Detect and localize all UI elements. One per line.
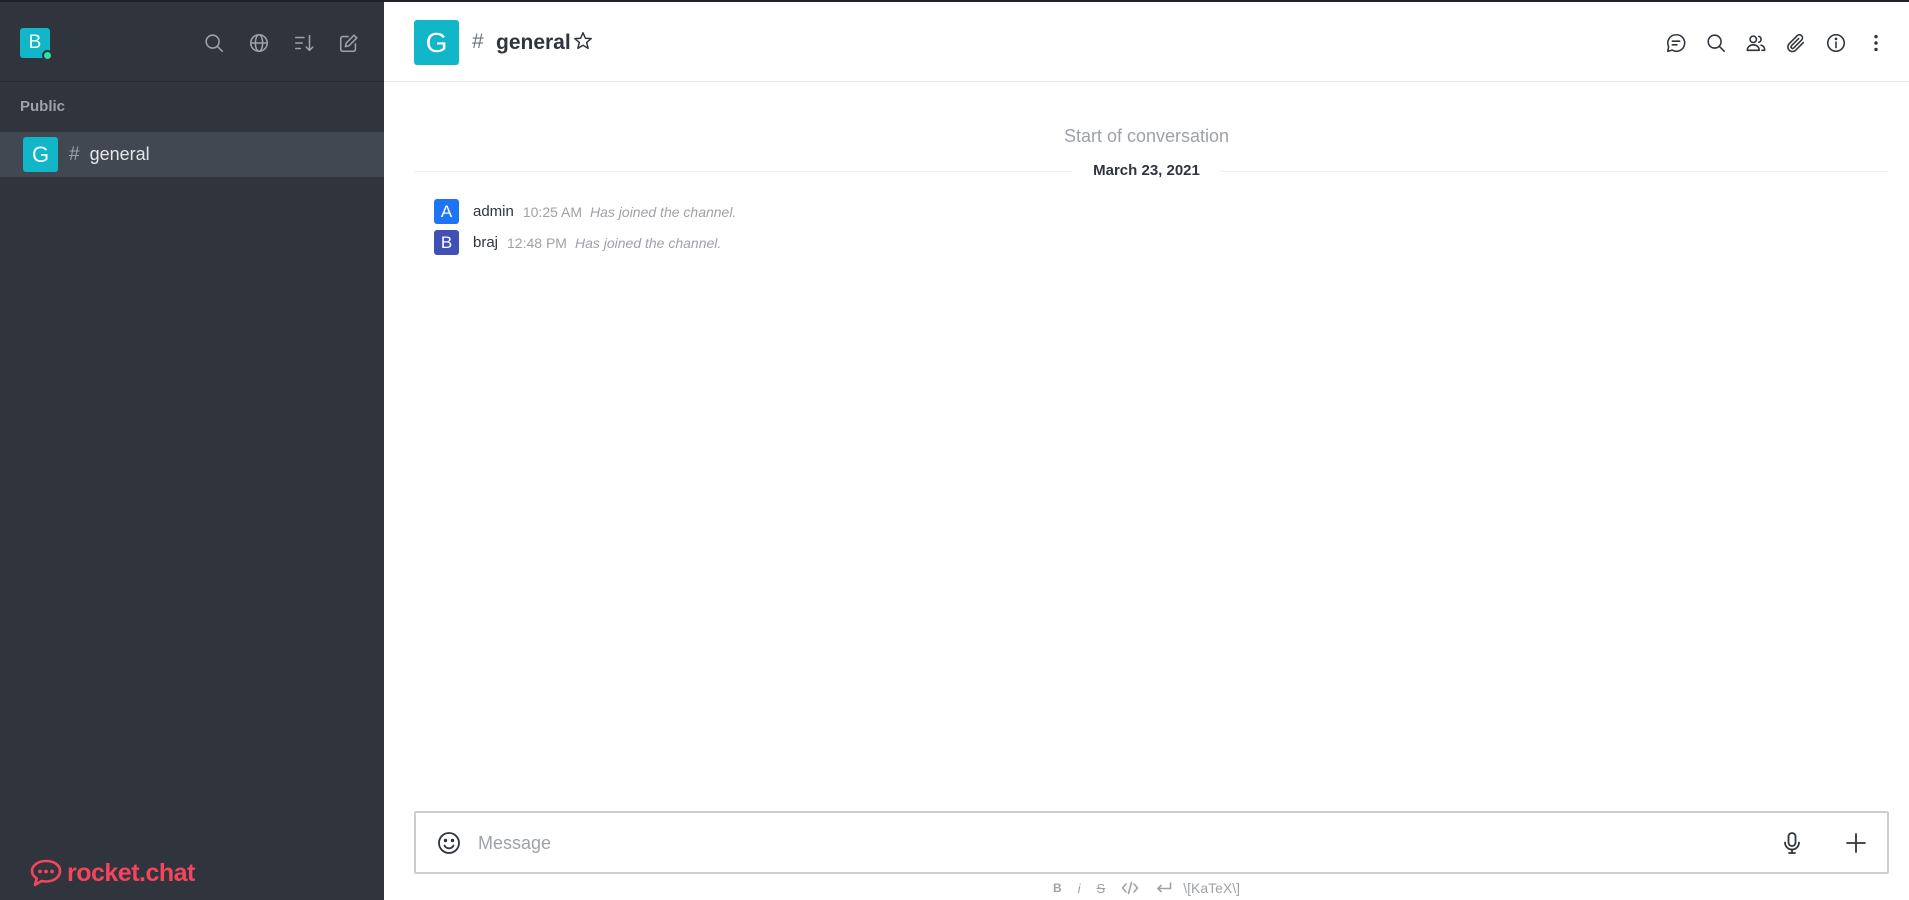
italic-button[interactable]: i bbox=[1078, 881, 1081, 896]
bold-button[interactable]: B bbox=[1053, 881, 1062, 895]
start-of-conversation: Start of conversation bbox=[1063, 126, 1230, 146]
plus-icon bbox=[1846, 833, 1866, 853]
globe-icon bbox=[249, 33, 268, 53]
members-icon bbox=[1746, 35, 1766, 52]
system-message: A admin 10:25 AM Has joined the channel. bbox=[434, 199, 736, 224]
formatting-toolbar: B i S \[KaTeX\] bbox=[384, 880, 1909, 896]
emoji-icon bbox=[438, 832, 460, 854]
sidebar-item-label: general bbox=[89, 144, 150, 164]
code-button[interactable] bbox=[1121, 880, 1139, 896]
message-body: Has joined the channel. bbox=[590, 203, 737, 220]
date-separator-label: March 23, 2021 bbox=[1073, 162, 1220, 179]
avatar[interactable]: B bbox=[434, 230, 459, 255]
enter-icon bbox=[1157, 882, 1172, 893]
message-input[interactable] bbox=[478, 827, 1778, 859]
favorite-button[interactable] bbox=[572, 30, 594, 52]
code-icon bbox=[1121, 881, 1139, 895]
edit-icon bbox=[339, 34, 358, 53]
online-status-icon bbox=[42, 50, 53, 61]
date-separator: March 23, 2021 bbox=[384, 162, 1909, 180]
paperclip-icon bbox=[1787, 34, 1805, 53]
room-toolbar bbox=[1663, 30, 1889, 56]
add-attachment-button[interactable] bbox=[1843, 830, 1869, 856]
emoji-picker-button[interactable] bbox=[436, 830, 462, 856]
members-button[interactable] bbox=[1743, 30, 1769, 56]
message-composer bbox=[414, 811, 1889, 874]
room-avatar: G bbox=[23, 137, 58, 172]
star-icon bbox=[574, 32, 592, 50]
hashtag-icon: # bbox=[472, 30, 484, 53]
message-body: Has joined the channel. bbox=[574, 234, 722, 251]
microphone-icon bbox=[1784, 832, 1800, 854]
rocketchat-logo-text: rocket.chat bbox=[67, 858, 195, 887]
sidebar-toolbar bbox=[200, 30, 362, 56]
sort-button[interactable] bbox=[290, 30, 317, 56]
directory-button[interactable] bbox=[245, 30, 272, 56]
info-icon bbox=[1826, 33, 1846, 53]
katex-button[interactable]: \[KaTeX\] bbox=[1183, 880, 1240, 896]
multiline-button[interactable] bbox=[1155, 880, 1173, 896]
room-info-button[interactable] bbox=[1823, 30, 1849, 56]
strikethrough-button[interactable]: S bbox=[1097, 881, 1106, 896]
hashtag-icon: # bbox=[69, 143, 80, 165]
discussion-icon bbox=[1666, 33, 1686, 53]
rocketchat-logo-icon bbox=[30, 859, 62, 887]
sidebar-header: B bbox=[0, 0, 384, 82]
page-title: general bbox=[496, 31, 571, 54]
discussion-button[interactable] bbox=[1663, 30, 1689, 56]
main-panel: G # general Start of conversation March … bbox=[384, 0, 1909, 900]
window-top-border bbox=[0, 0, 1909, 2]
avatar[interactable]: A bbox=[434, 199, 459, 224]
search-icon bbox=[1707, 34, 1726, 53]
room-header: G # general bbox=[384, 0, 1909, 82]
sidebar-item-general[interactable]: G # general bbox=[0, 132, 384, 177]
audio-message-button[interactable] bbox=[1779, 830, 1805, 856]
sidebar: B Public G # general rocket.chat bbox=[0, 0, 384, 900]
search-button[interactable] bbox=[200, 30, 227, 56]
system-message: B braj 12:48 PM Has joined the channel. bbox=[434, 230, 721, 255]
user-avatar-initial: B bbox=[28, 32, 42, 53]
search-icon bbox=[204, 34, 223, 53]
rocketchat-logo: rocket.chat bbox=[29, 857, 195, 889]
kebab-menu-icon bbox=[1874, 34, 1878, 52]
sort-icon bbox=[294, 34, 313, 52]
create-new-button[interactable] bbox=[335, 30, 362, 56]
message-timestamp: 12:48 PM bbox=[507, 234, 567, 251]
message-username[interactable]: braj bbox=[473, 234, 498, 251]
user-avatar[interactable]: B bbox=[20, 28, 53, 61]
search-messages-button[interactable] bbox=[1703, 30, 1729, 56]
message-username[interactable]: admin bbox=[473, 203, 514, 220]
files-button[interactable] bbox=[1783, 30, 1809, 56]
kebab-menu-button[interactable] bbox=[1863, 30, 1889, 56]
sidebar-section-public: Public bbox=[20, 98, 66, 115]
room-header-avatar: G bbox=[414, 20, 459, 65]
message-timestamp: 10:25 AM bbox=[522, 203, 583, 220]
